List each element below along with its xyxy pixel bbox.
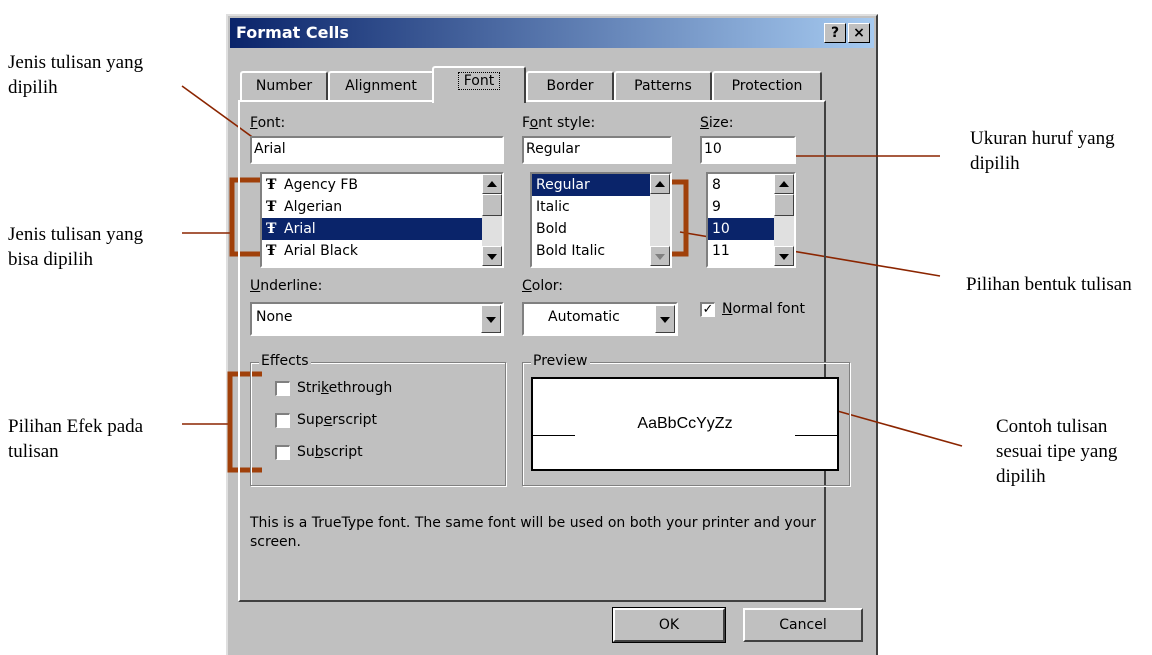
preview-sample-text: AaBbCcYyZz: [637, 415, 733, 432]
size-list[interactable]: 8 9 10 11: [706, 172, 796, 268]
scroll-down-button[interactable]: [774, 246, 794, 266]
annotation-font-style: Pilihan bentuk tulisan: [966, 274, 1132, 295]
underline-label: Underline:: [250, 278, 323, 294]
annotation-selected-font: Jenis tulisan yang dipilih: [8, 52, 144, 98]
annotation-available-fonts: Jenis tulisan yang bisa dipilih: [8, 224, 144, 270]
truetype-icon: Ŧ: [266, 243, 277, 259]
tab-font[interactable]: Font: [432, 66, 526, 103]
color-select[interactable]: Automatic: [522, 302, 678, 336]
underline-value: None: [256, 309, 293, 325]
preview-baseline-right: [795, 435, 837, 436]
format-cells-dialog: Format Cells ? × Number Alignment Font B…: [226, 14, 878, 655]
color-dropdown-button[interactable]: [655, 305, 675, 333]
preview-box: AaBbCcYyZz: [531, 377, 839, 471]
color-label: Color:: [522, 278, 564, 294]
size-label: Size:: [700, 115, 734, 131]
font-list-item[interactable]: Ŧ Arial Black: [262, 240, 502, 262]
size-list-scrollbar[interactable]: [774, 174, 794, 266]
scroll-down-button[interactable]: [482, 246, 502, 266]
title-bar: Format Cells ? ×: [230, 18, 874, 48]
arrow-down-icon: [779, 254, 789, 260]
tab-number[interactable]: Number: [240, 71, 328, 101]
subscript-checkbox[interactable]: [275, 445, 290, 460]
font-tab-panel: Font: ŦAgency FB ŦAlgerian ŦArial ŦArial…: [238, 100, 850, 602]
font-style-label: Font style:: [522, 115, 596, 131]
help-button[interactable]: ?: [824, 23, 846, 43]
annotation-preview: Contoh tulisan sesuai tipe yang dipilih: [996, 416, 1118, 487]
subscript-label: Subscript: [297, 444, 363, 460]
strikethrough-checkbox[interactable]: [275, 381, 290, 396]
strikethrough-label: Strikethrough: [297, 380, 393, 396]
font-style-input-box: [522, 136, 672, 164]
annotation-effects: Pilihan Efek pada tulisan: [8, 416, 144, 462]
tab-alignment[interactable]: Alignment: [328, 71, 434, 101]
preview-title: Preview: [531, 353, 590, 369]
tab-border[interactable]: Border: [526, 71, 614, 101]
normal-font-checkbox[interactable]: ✓: [700, 302, 715, 317]
normal-font-label: Normal font: [722, 301, 805, 317]
font-list-item-selected[interactable]: Ŧ Arial: [262, 218, 502, 240]
annotation-font-size: Ukuran huruf yang dipilih: [970, 128, 1115, 174]
underline-select[interactable]: None: [250, 302, 504, 336]
tab-label: Alignment: [345, 78, 417, 94]
font-list-scrollbar[interactable]: [482, 174, 502, 266]
font-style-input[interactable]: [524, 138, 670, 160]
font-list-item[interactable]: Ŧ Algerian: [262, 196, 502, 218]
truetype-icon: Ŧ: [266, 199, 277, 215]
size-input[interactable]: [702, 138, 794, 160]
truetype-icon: Ŧ: [266, 221, 277, 237]
tab-label: Protection: [731, 78, 803, 94]
underline-dropdown-button[interactable]: [481, 305, 501, 333]
arrow-up-icon: [779, 181, 789, 187]
font-list[interactable]: Ŧ Agency FB Ŧ Algerian Ŧ Arial Ŧ Arial Black: [260, 172, 504, 268]
tab-label: Patterns: [634, 78, 692, 94]
font-style-list[interactable]: Regular Italic Bold Bold Italic: [530, 172, 672, 268]
truetype-info-text: This is a TrueType font. The same font w…: [250, 515, 816, 550]
scroll-up-button[interactable]: [774, 174, 794, 194]
scroll-up-button[interactable]: [482, 174, 502, 194]
superscript-label: Superscript: [297, 412, 378, 428]
arrow-up-icon: [655, 181, 665, 187]
tab-label: Font: [457, 72, 501, 90]
tab-label: Number: [255, 78, 313, 94]
truetype-icon: Ŧ: [266, 177, 277, 193]
scroll-down-button[interactable]: [650, 246, 670, 266]
arrow-down-icon: [655, 254, 665, 260]
font-list-item[interactable]: Ŧ Agency FB: [262, 174, 502, 196]
close-button[interactable]: ×: [848, 23, 870, 43]
arrow-up-icon: [487, 181, 497, 187]
preview-group: Preview AaBbCcYyZz: [522, 353, 850, 486]
font-label: Font:: [250, 115, 286, 131]
font-name-input-box: [250, 136, 504, 164]
scroll-thumb[interactable]: [774, 194, 794, 216]
preview-baseline-left: [533, 435, 575, 436]
superscript-checkbox[interactable]: [275, 413, 290, 428]
tab-patterns[interactable]: Patterns: [614, 71, 712, 101]
cancel-button[interactable]: Cancel: [743, 608, 863, 642]
color-value: Automatic: [548, 309, 620, 325]
effects-title: Effects: [259, 353, 311, 369]
tab-protection[interactable]: Protection: [712, 71, 822, 101]
font-name-input[interactable]: [252, 138, 502, 160]
ok-button[interactable]: OK: [612, 607, 726, 643]
font-style-scrollbar[interactable]: [650, 174, 670, 266]
effects-group: Effects Strikethrough Superscript Subscr…: [250, 353, 506, 486]
scroll-up-button[interactable]: [650, 174, 670, 194]
dialog-title: Format Cells: [236, 23, 349, 42]
chevron-down-icon: [486, 317, 496, 323]
arrow-down-icon: [487, 254, 497, 260]
tab-label: Border: [546, 78, 594, 94]
size-input-box: [700, 136, 796, 164]
scroll-thumb[interactable]: [482, 194, 502, 216]
chevron-down-icon: [660, 317, 670, 323]
